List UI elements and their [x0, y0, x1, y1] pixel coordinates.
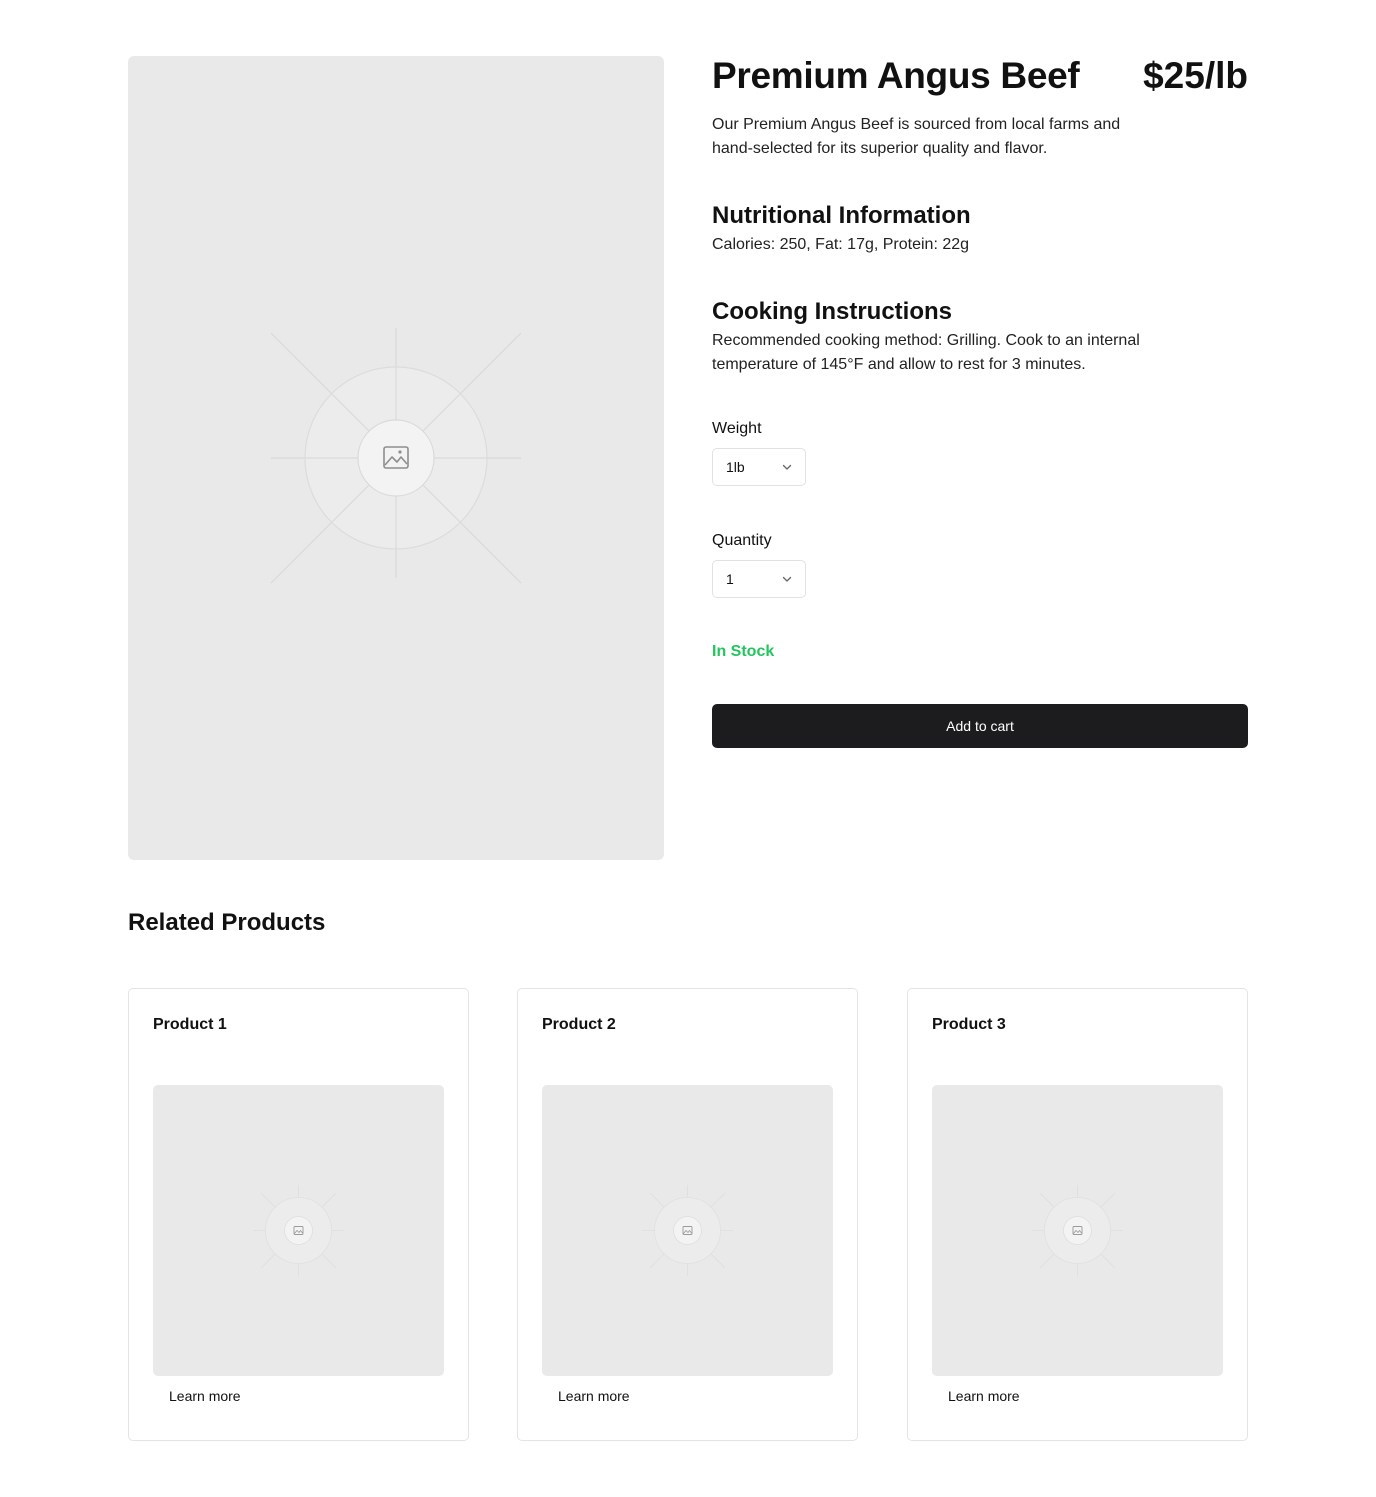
product-card-image	[542, 1085, 833, 1376]
product-card-title: Product 3	[932, 1016, 1006, 1033]
product-card: Product 3 Learn more	[907, 988, 1248, 1441]
nutrition-heading: Nutritional Information	[712, 202, 971, 229]
product-image	[128, 56, 664, 860]
image-placeholder-icon	[270, 328, 522, 584]
learn-more-link[interactable]: Learn more	[948, 1386, 1020, 1406]
quantity-select-value: 1	[726, 571, 734, 587]
related-products-heading: Related Products	[128, 909, 326, 936]
quantity-select[interactable]: 1	[712, 560, 806, 598]
image-placeholder-icon	[1032, 1185, 1123, 1276]
weight-label: Weight	[712, 420, 762, 437]
product-title: Premium Angus Beef	[712, 55, 1080, 96]
add-to-cart-button[interactable]: Add to cart	[712, 704, 1248, 748]
stock-status: In Stock	[712, 643, 775, 660]
chevron-down-icon	[782, 464, 792, 470]
product-description: Our Premium Angus Beef is sourced from l…	[712, 116, 1121, 157]
product-card-title: Product 1	[153, 1016, 227, 1033]
quantity-label: Quantity	[712, 532, 772, 549]
learn-more-link[interactable]: Learn more	[169, 1386, 241, 1406]
product-card-image	[153, 1085, 444, 1376]
product-card-title: Product 2	[542, 1016, 616, 1033]
product-price: $25/lb	[1143, 55, 1248, 96]
weight-select-value: 1lb	[726, 459, 745, 475]
product-card: Product 1 Learn more	[128, 988, 469, 1441]
product-card: Product 2 Learn more	[517, 988, 858, 1441]
cooking-text: Recommended cooking method: Grilling. Co…	[712, 332, 1140, 373]
chevron-down-icon	[782, 576, 792, 582]
learn-more-link[interactable]: Learn more	[558, 1386, 630, 1406]
cooking-heading: Cooking Instructions	[712, 298, 952, 325]
image-placeholder-icon	[253, 1185, 344, 1276]
nutrition-text: Calories: 250, Fat: 17g, Protein: 22g	[712, 236, 970, 253]
product-card-image	[932, 1085, 1223, 1376]
image-placeholder-icon	[642, 1185, 733, 1276]
weight-select[interactable]: 1lb	[712, 448, 806, 486]
